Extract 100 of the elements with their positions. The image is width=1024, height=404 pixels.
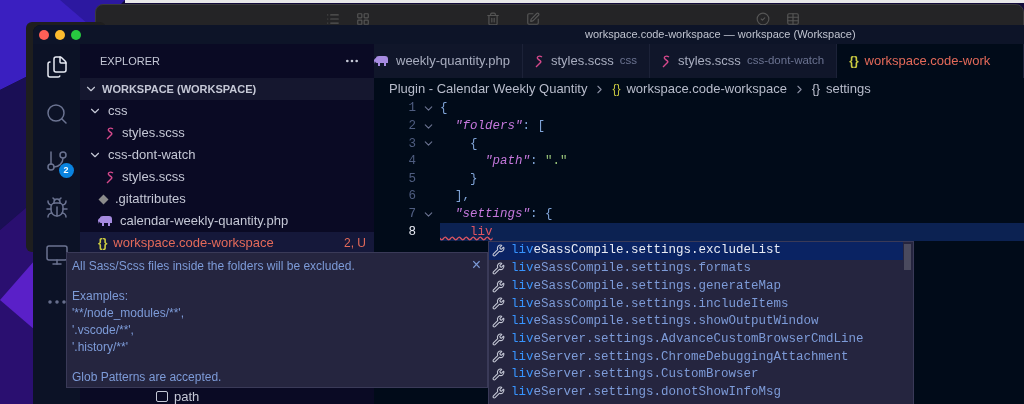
wrench-icon: [492, 244, 505, 258]
elephant-icon: [374, 55, 390, 67]
suggestion-item[interactable]: liveServer.settings.AdvanceCustomBrowserCmdLine: [489, 330, 903, 349]
file-row[interactable]: styles.scss: [80, 166, 374, 188]
wrench-icon: [492, 350, 505, 364]
scrollbar-thumb[interactable]: [904, 244, 911, 270]
suggestion-item[interactable]: liveServer.settings.donotShowInfoMsg: [489, 383, 903, 402]
list-icon[interactable]: [326, 12, 340, 26]
monitor-icon[interactable]: [44, 243, 69, 267]
file-row[interactable]: {} workspace.code-workspace 2, U: [80, 232, 374, 254]
edit-icon[interactable]: [526, 12, 540, 26]
tooltip-text: Glob Patterns are accepted.: [72, 369, 222, 386]
code-token: "path": [484, 153, 530, 171]
braces-icon: {}: [98, 234, 108, 252]
editor-tab[interactable]: weekly-quantity.php: [374, 44, 523, 78]
braces-icon: {}: [849, 52, 859, 70]
breadcrumb-item[interactable]: workspace.code-workspace: [626, 79, 787, 99]
file-name: css: [108, 102, 128, 121]
zoom-window-button[interactable]: [71, 29, 81, 40]
code-token: }: [469, 170, 478, 188]
elephant-icon: [98, 215, 114, 227]
suggestion-item[interactable]: liveServer.settings.ChromeDebuggingAttachment: [489, 348, 903, 366]
file-row[interactable]: .gitattributes: [80, 188, 374, 210]
section-title: WORKSPACE (WORKSPACE): [102, 81, 257, 97]
section-header[interactable]: WORKSPACE (WORKSPACE): [80, 78, 374, 100]
code-token: "settings": [454, 206, 530, 223]
wrench-icon: [492, 297, 505, 311]
file-name: workspace.code-workspace: [113, 234, 274, 253]
suggestion-item[interactable]: liveServer.settings.CustomBrowser: [489, 365, 903, 384]
code-token: {: [469, 135, 478, 153]
suggestion-label: liveSassCompile.settings.showOutputWindow: [511, 313, 819, 331]
editor-tab[interactable]: styles.scss css-dont-watch: [650, 44, 838, 78]
braces-icon: {}: [811, 80, 820, 98]
tab-label: styles.scss: [678, 52, 741, 71]
file-name: calendar-weekly-quantity.php: [120, 212, 289, 231]
diamond-icon: [98, 193, 109, 205]
code-token: {: [440, 100, 448, 118]
search-icon[interactable]: [44, 102, 69, 126]
suggestion-item[interactable]: liveSassCompile.settings.generateMap: [489, 277, 903, 296]
window-title: workspace.code-workspace — workspace (Workspace): [585, 27, 856, 43]
sidebar-title: EXPLORER: [100, 53, 160, 69]
editor-tab[interactable]: styles.scss css: [522, 44, 651, 78]
outline-item[interactable]: path: [174, 389, 200, 404]
line-number: 4: [407, 153, 416, 171]
bug-icon[interactable]: [44, 196, 69, 220]
scss-icon: [106, 126, 116, 140]
trash-icon[interactable]: [486, 12, 500, 26]
code-token: ".": [545, 153, 568, 171]
file-row[interactable]: calendar-weekly-quantity.php: [80, 210, 374, 232]
braces-icon: {}: [612, 80, 621, 98]
suggestion-item[interactable]: liveSassCompile.settings.showOutputWindow: [489, 312, 903, 331]
tooltip-text: All Sass/Scss files inside the folders will be excluded.: [72, 258, 355, 275]
suggestion-label: liveServer.settings.donotShowInfoMsg: [511, 383, 782, 401]
suggestion-item[interactable]: liveSassCompile.settings.includeItems: [489, 295, 903, 313]
count-badge: 2: [58, 163, 74, 178]
wrench-icon: [492, 332, 505, 346]
tab-label: weekly-quantity.php: [396, 52, 510, 71]
wrench-icon: [492, 262, 505, 276]
line-number: 3: [407, 135, 416, 153]
file-row[interactable]: styles.scss: [80, 122, 374, 144]
wrench-icon: [492, 368, 505, 382]
editor-tab[interactable]: {} workspace.code-work: [837, 44, 1024, 78]
line-number: 8: [407, 223, 416, 241]
scss-icon: [534, 54, 545, 68]
table-icon[interactable]: [786, 12, 800, 26]
file-name: .gitattributes: [115, 190, 186, 209]
code-token: ],: [454, 188, 470, 206]
breadcrumb-item[interactable]: settings: [825, 79, 871, 99]
tab-description: css-dont-watch: [746, 53, 825, 69]
line-number: 6: [407, 188, 416, 206]
breadcrumb-item[interactable]: Plugin - Calendar Weekly Quantity: [389, 79, 588, 99]
close-window-button[interactable]: [39, 29, 49, 40]
wrench-icon: [492, 385, 505, 399]
minimize-window-button[interactable]: [55, 29, 65, 40]
suggestion-item[interactable]: liveSassCompile.settings.excludeList: [489, 242, 903, 260]
file-name: css-dont-watch: [108, 146, 196, 165]
grid-icon[interactable]: [356, 12, 370, 26]
line-number: 7: [407, 206, 416, 223]
folder-row[interactable]: css-dont-watch: [80, 144, 374, 166]
tab-label: workspace.code-work: [864, 52, 991, 71]
close-button[interactable]: ×: [471, 257, 481, 273]
line-number: 5: [407, 170, 416, 188]
line-number: 1: [407, 100, 416, 118]
tab-label: styles.scss: [550, 52, 614, 71]
suggestion-item[interactable]: liveSassCompile.settings.formats: [489, 259, 903, 278]
suggestion-label: liveSassCompile.settings.generateMap: [511, 277, 782, 295]
file-status: 2, U: [344, 235, 366, 252]
wrench-icon: [492, 279, 505, 293]
folder-row[interactable]: css: [80, 100, 374, 122]
branch-icon[interactable]: [44, 149, 69, 173]
file-name: styles.scss: [122, 124, 185, 143]
wrench-icon: [492, 315, 505, 329]
file-name: styles.scss: [122, 168, 185, 187]
suggestion-label: liveServer.settings.CustomBrowser: [511, 366, 759, 384]
code-token: :: [530, 153, 539, 171]
check-icon[interactable]: [756, 12, 770, 26]
code-token: "folders": [454, 118, 523, 135]
suggestion-label: liveServer.settings.AdvanceCustomBrowserCmdLine: [511, 330, 864, 348]
files-icon[interactable]: [44, 55, 69, 79]
code-token: liv: [469, 223, 493, 241]
